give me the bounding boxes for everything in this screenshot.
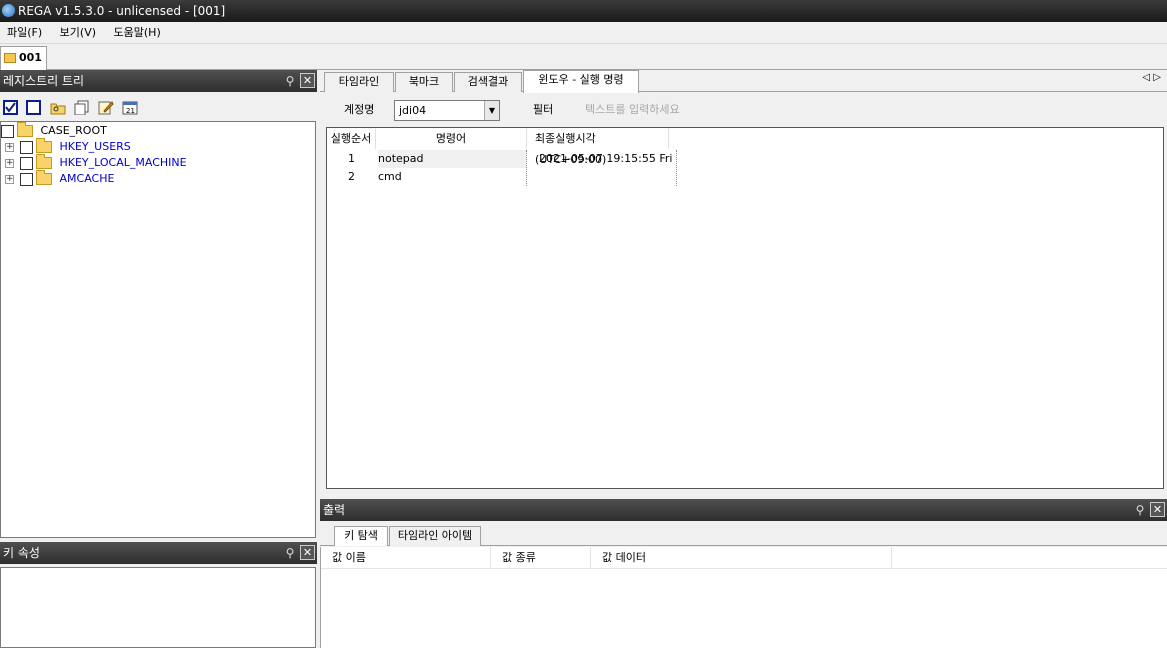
document-tab-001[interactable]: 001: [0, 46, 47, 70]
pin-icon[interactable]: ⚲: [283, 546, 297, 560]
menu-view[interactable]: 보기(V): [53, 22, 103, 44]
tab-search-results[interactable]: 검색결과: [454, 72, 522, 92]
open-folder-icon[interactable]: [50, 100, 66, 115]
col-header-label: 최종실행시각: [535, 132, 596, 145]
cell-time: 2021-05-07 19:15:55 Fri: [539, 152, 673, 165]
tree-node-hkey-local-machine[interactable]: + HKEY_LOCAL_MACHINE: [5, 154, 187, 171]
view-tab-strip: 타임라인 북마크 검색결과 윈도우 - 실행 명령 ◁ ▷: [320, 70, 1167, 93]
key-properties-header: 키 속성 ⚲ ✕: [0, 542, 317, 564]
tab-timeline-items[interactable]: 타임라인 아이템: [389, 526, 481, 546]
output-grid: 값 이름 값 종류 값 데이터: [320, 547, 1167, 648]
menu-help[interactable]: 도움말(H): [107, 22, 168, 44]
filter-label: 필터: [533, 103, 554, 116]
account-label: 계정명: [344, 103, 375, 116]
expand-icon[interactable]: +: [5, 142, 14, 152]
tab-timeline[interactable]: 타임라인: [324, 72, 394, 92]
tree-toolbar: 21: [0, 92, 317, 121]
tree-checkbox[interactable]: [20, 140, 33, 154]
uncheck-all-icon[interactable]: [26, 100, 41, 115]
col-header-last-run-time[interactable]: 최종실행시각 (UTC+09:00): [527, 128, 669, 166]
cell-command: notepad: [378, 150, 526, 168]
tab-windows-run-commands[interactable]: 윈도우 - 실행 명령: [523, 70, 639, 93]
tab-scroll-right-icon[interactable]: ▷: [1153, 72, 1161, 83]
tab-key-explore[interactable]: 키 탐색: [334, 526, 388, 546]
col-header-filler: [892, 547, 1167, 569]
tree-node-amcache[interactable]: + AMCACHE: [5, 170, 115, 187]
account-value: jdi04: [399, 104, 427, 117]
dropdown-arrow-icon[interactable]: ▼: [484, 101, 499, 120]
output-header: 출력 ⚲ ✕: [320, 499, 1167, 521]
tree-checkbox[interactable]: [20, 156, 33, 170]
close-icon[interactable]: ✕: [300, 545, 315, 560]
output-tab-strip: 키 탐색 타임라인 아이템: [320, 522, 1167, 546]
key-properties-title: 키 속성: [3, 546, 40, 560]
registry-tree-title: 레지스트리 트리: [3, 74, 85, 88]
col-header-value-type[interactable]: 값 종류: [491, 547, 591, 569]
cell-order: 2: [348, 170, 355, 183]
table-row[interactable]: 2 cmd: [327, 168, 677, 186]
col-header-command[interactable]: 명령어: [376, 128, 527, 149]
menu-file[interactable]: 파일(F): [0, 22, 49, 44]
cell-command: cmd: [378, 170, 402, 183]
col-header-value-name[interactable]: 값 이름: [321, 547, 491, 569]
tab-bookmark[interactable]: 북마크: [395, 72, 453, 92]
col-header-order[interactable]: 실행순서: [327, 128, 376, 149]
filter-input[interactable]: 텍스트를 입력하세요: [585, 101, 680, 117]
tree-node-case-root[interactable]: CASE_ROOT: [1, 122, 107, 139]
registry-tree: CASE_ROOT + HKEY_USERS + HKEY_LOCAL_MACH…: [0, 121, 316, 538]
tab-label: 윈도우 - 실행 명령: [538, 73, 624, 86]
folder-icon: [17, 122, 33, 137]
tree-node-hkey-users[interactable]: + HKEY_USERS: [5, 138, 131, 155]
check-all-icon[interactable]: [3, 100, 18, 115]
account-dropdown[interactable]: jdi04 ▼: [394, 100, 500, 121]
cell-order: 1: [348, 152, 355, 165]
tab-label: 타임라인: [338, 75, 380, 88]
tab-label: 검색결과: [467, 75, 509, 88]
expand-icon[interactable]: +: [5, 158, 14, 168]
column-divider: [526, 150, 527, 186]
expand-icon[interactable]: +: [5, 174, 14, 184]
document-tab-strip: 001: [0, 44, 1167, 70]
window-title: REGA v1.5.3.0 - unlicensed - [001]: [18, 4, 226, 18]
calendar-day: 21: [126, 107, 135, 115]
key-properties-panel: 키 속성 ⚲ ✕: [0, 542, 317, 648]
calendar-icon[interactable]: 21: [122, 100, 138, 115]
tree-node-label: AMCACHE: [59, 172, 115, 185]
registry-tree-panel: 레지스트리 트리 ⚲ ✕ 21 CASE_ROOT + HKEY_USERS +…: [0, 70, 317, 539]
key-properties-content: [0, 567, 316, 648]
tab-scroll-arrows[interactable]: ◁ ▷: [1142, 72, 1161, 83]
pin-icon[interactable]: ⚲: [1133, 503, 1147, 517]
folder-icon: [36, 154, 52, 169]
column-divider: [676, 150, 677, 186]
edit-icon[interactable]: [98, 100, 114, 115]
document-tab-label: 001: [19, 51, 42, 64]
menu-bar: 파일(F) 보기(V) 도움말(H): [0, 22, 1167, 44]
app-icon: [2, 4, 15, 17]
tab-label: 키 탐색: [344, 529, 378, 542]
folder-icon: [36, 170, 52, 185]
table-row[interactable]: 1 notepad 2021-05-07 19:15:55 Fri: [327, 150, 677, 168]
tree-checkbox[interactable]: [20, 172, 33, 186]
close-icon[interactable]: ✕: [1150, 502, 1165, 517]
title-bar: REGA v1.5.3.0 - unlicensed - [001]: [0, 0, 1167, 22]
cell-time: [539, 168, 679, 186]
case-folder-icon: [4, 53, 16, 63]
tree-node-label: HKEY_USERS: [59, 140, 131, 153]
tree-node-label: HKEY_LOCAL_MACHINE: [59, 156, 187, 169]
tree-node-label: CASE_ROOT: [40, 124, 107, 137]
registry-tree-header: 레지스트리 트리 ⚲ ✕: [0, 70, 317, 92]
close-icon[interactable]: ✕: [300, 73, 315, 88]
tab-scroll-left-icon[interactable]: ◁: [1142, 72, 1150, 83]
output-title: 출력: [323, 503, 346, 517]
copy-icon[interactable]: [74, 100, 89, 116]
tab-label: 타임라인 아이템: [397, 529, 473, 542]
tab-label: 북마크: [408, 75, 440, 88]
run-commands-grid: 실행순서 명령어 최종실행시각 (UTC+09:00) 1 notepad 20…: [326, 127, 1164, 489]
col-header-value-data[interactable]: 값 데이터: [591, 547, 892, 569]
pin-icon[interactable]: ⚲: [283, 74, 297, 88]
folder-icon: [36, 138, 52, 153]
tree-checkbox[interactable]: [1, 124, 14, 138]
